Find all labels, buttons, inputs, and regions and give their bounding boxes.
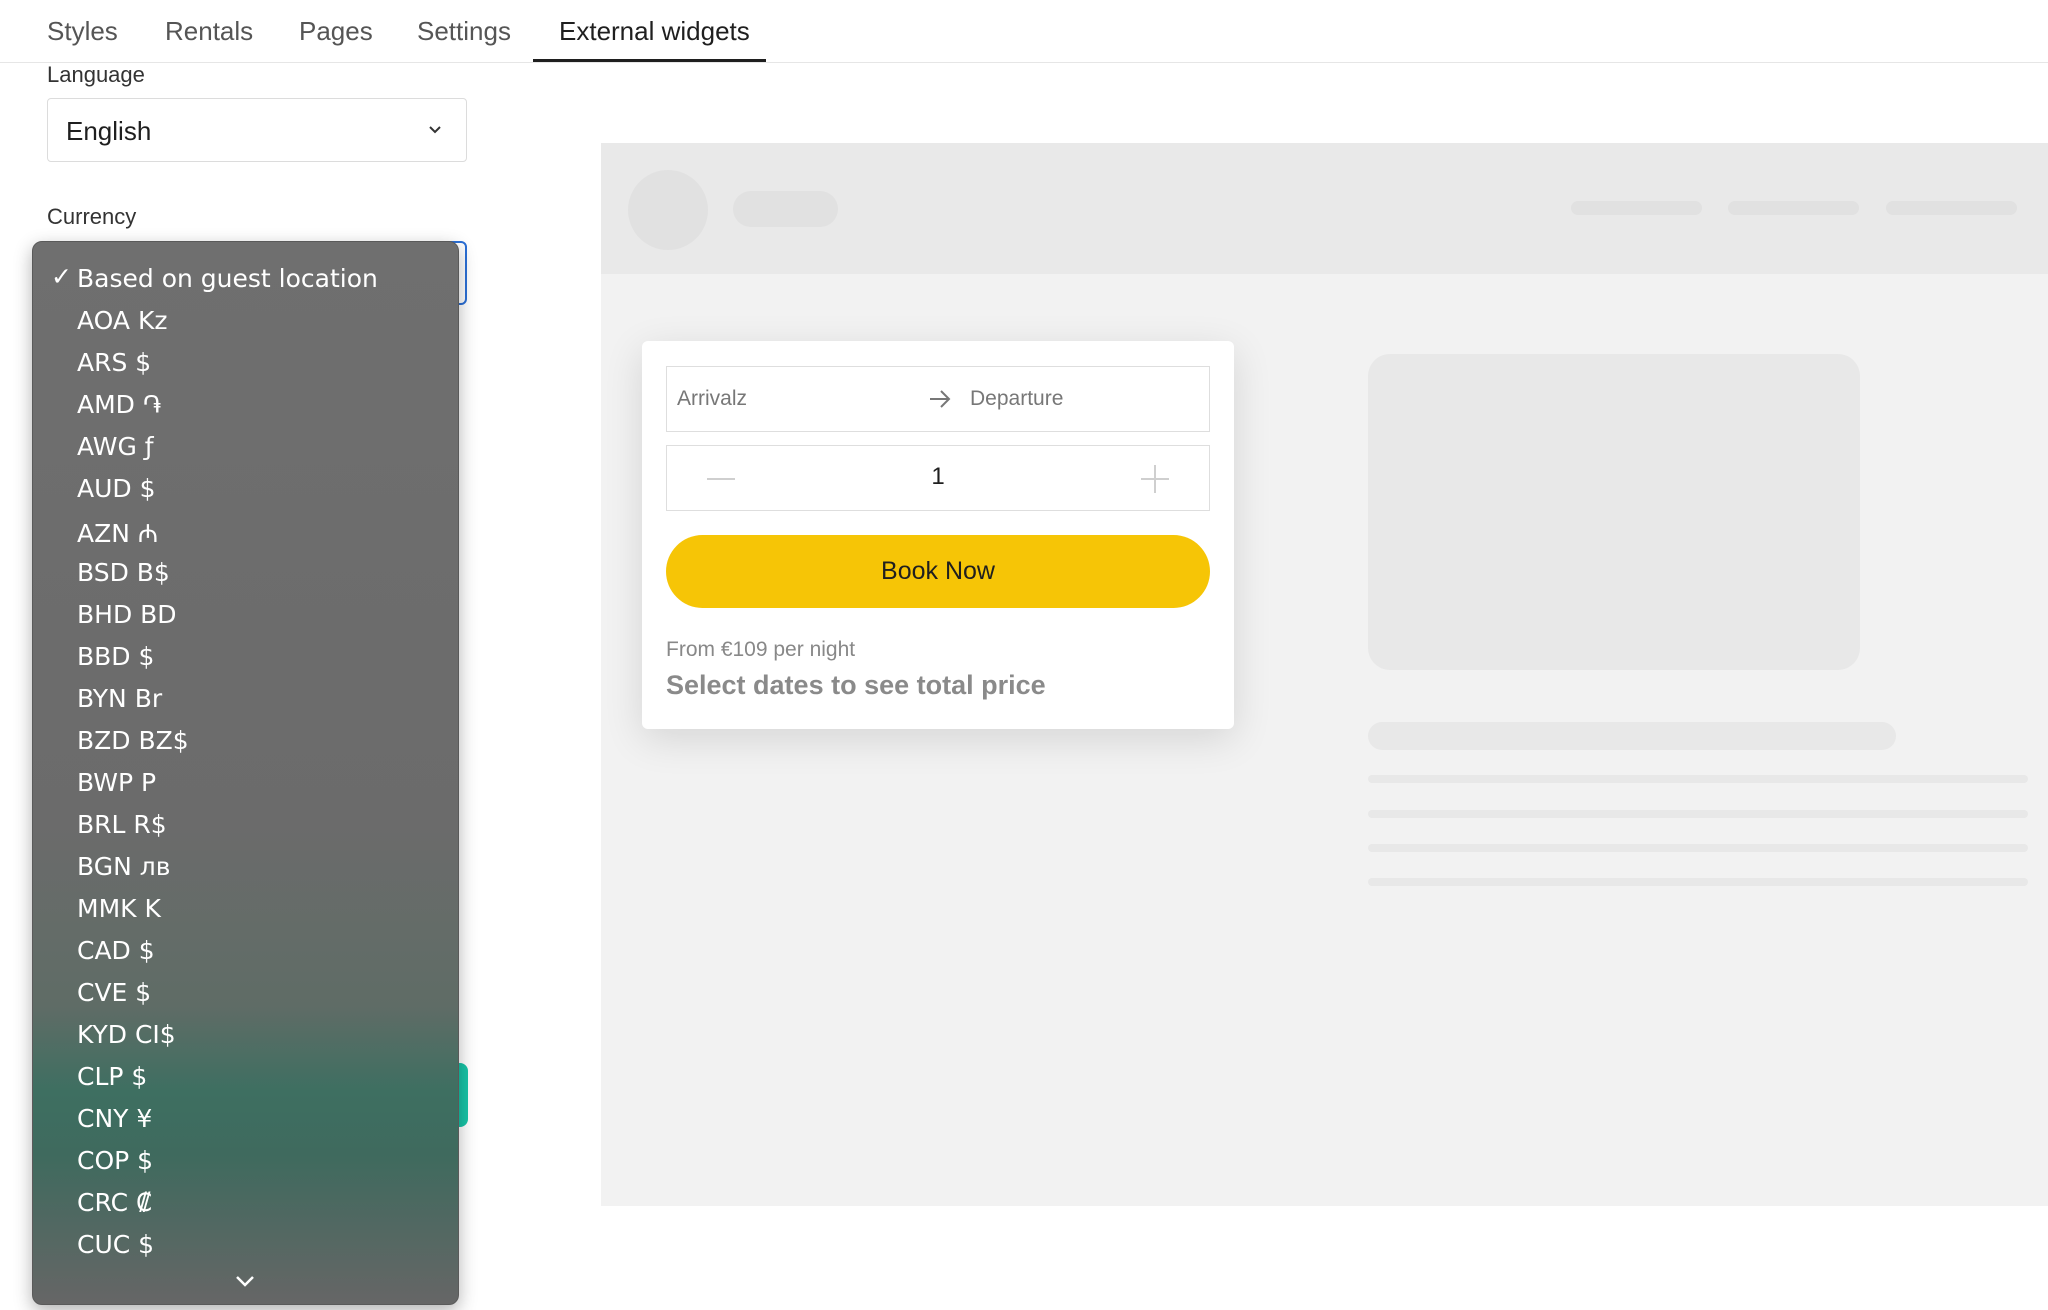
checkmark-icon: ✓ xyxy=(51,263,72,291)
booking-widget: Arrivalz Departure 1 Book Now From €109 … xyxy=(642,341,1234,729)
currency-option-label: CAD $ xyxy=(77,936,155,965)
currency-option[interactable]: KYD CI$ xyxy=(33,1012,458,1054)
currency-option[interactable]: CVE $ xyxy=(33,970,458,1012)
currency-option-label: BGN лв xyxy=(77,852,171,881)
preview-text-line xyxy=(1368,878,2028,886)
tab-bar: Styles Rentals Pages Settings External w… xyxy=(0,0,2048,63)
currency-option[interactable]: BZD BZ$ xyxy=(33,718,458,760)
preview-nav-placeholder xyxy=(1571,201,1702,215)
currency-option-label: BZD BZ$ xyxy=(77,726,189,755)
tab-settings[interactable]: Settings xyxy=(417,16,511,47)
currency-option-label: AWG ƒ xyxy=(77,432,154,461)
currency-option[interactable]: CAD $ xyxy=(33,928,458,970)
preview-image-placeholder xyxy=(1368,354,1860,670)
departure-field[interactable]: Departure xyxy=(970,387,1063,411)
preview-heading-placeholder xyxy=(1368,722,1896,750)
currency-option[interactable]: MMK K xyxy=(33,886,458,928)
currency-option-label: CUC $ xyxy=(77,1230,155,1259)
language-label: Language xyxy=(47,62,145,87)
preview-text-line xyxy=(1368,775,2028,783)
currency-option-label: CVE $ xyxy=(77,978,152,1007)
currency-option[interactable]: BBD $ xyxy=(33,634,458,676)
plus-icon-vertical[interactable] xyxy=(1154,465,1156,493)
currency-option-label: Based on guest location xyxy=(77,264,378,293)
currency-option[interactable]: AUD $ xyxy=(33,466,458,508)
arrow-right-icon xyxy=(930,390,951,408)
currency-option-label: CLP $ xyxy=(77,1062,148,1091)
currency-option-label: COP $ xyxy=(77,1146,154,1175)
currency-option-label: BSD B$ xyxy=(77,558,170,587)
currency-option[interactable]: BHD BD xyxy=(33,592,458,634)
currency-option[interactable]: BYN Br xyxy=(33,676,458,718)
currency-option[interactable]: BGN лв xyxy=(33,844,458,886)
currency-option-label: AMD ֏ xyxy=(77,390,162,419)
currency-option[interactable]: AWG ƒ xyxy=(33,424,458,466)
from-price-text: From €109 per night xyxy=(666,638,856,661)
currency-dropdown-menu[interactable]: ✓ Based on guest location AOA Kz ARS $ A… xyxy=(32,241,459,1305)
tab-external-widgets[interactable]: External widgets xyxy=(559,16,750,47)
preview-title-placeholder xyxy=(733,191,838,227)
chevron-down-icon xyxy=(429,126,441,134)
tab-styles[interactable]: Styles xyxy=(47,16,118,47)
date-range-picker[interactable]: Arrivalz Departure xyxy=(666,366,1210,432)
currency-option-label: CRC ₡ xyxy=(77,1188,152,1217)
currency-option[interactable]: ARS $ xyxy=(33,340,458,382)
currency-option[interactable]: BWP P xyxy=(33,760,458,802)
currency-option-label: BHD BD xyxy=(77,600,177,629)
language-select[interactable]: English xyxy=(47,98,467,162)
tab-rentals[interactable]: Rentals xyxy=(165,16,253,47)
currency-option-label: BBD $ xyxy=(77,642,155,671)
select-dates-hint: Select dates to see total price xyxy=(666,670,1046,700)
currency-option-label: KYD CI$ xyxy=(77,1020,176,1049)
currency-option-label: BRL R$ xyxy=(77,810,167,839)
currency-option-label: CNY ¥ xyxy=(77,1104,153,1133)
active-tab-indicator xyxy=(533,59,766,62)
currency-option[interactable]: COP $ xyxy=(33,1138,458,1180)
book-now-button[interactable]: Book Now xyxy=(666,535,1210,608)
currency-option[interactable]: ✓ Based on guest location xyxy=(33,256,458,298)
preview-text-line xyxy=(1368,810,2028,818)
currency-option-label: ARS $ xyxy=(77,348,152,377)
currency-option[interactable]: AOA Kz xyxy=(33,298,458,340)
currency-option[interactable]: CNY ¥ xyxy=(33,1096,458,1138)
currency-option-label: BWP P xyxy=(77,768,157,797)
currency-option-label: AUD $ xyxy=(77,474,156,503)
currency-option[interactable]: CRC ₡ xyxy=(33,1180,458,1222)
arrival-field[interactable]: Arrivalz xyxy=(677,387,747,411)
currency-option-label: AOA Kz xyxy=(77,306,168,335)
currency-option-label: BYN Br xyxy=(77,684,163,713)
currency-label: Currency xyxy=(47,204,137,229)
currency-option-label: MMK K xyxy=(77,894,161,923)
currency-option[interactable]: BRL R$ xyxy=(33,802,458,844)
preview-logo-placeholder xyxy=(628,170,708,250)
currency-option[interactable]: AZN ₼ xyxy=(33,508,458,550)
language-value: English xyxy=(66,116,152,146)
guest-quantity-stepper: 1 xyxy=(666,445,1210,511)
preview-nav-placeholder xyxy=(1886,201,2017,215)
currency-option[interactable]: CUC $ xyxy=(33,1222,458,1264)
preview-nav-placeholder xyxy=(1728,201,1859,215)
preview-text-line xyxy=(1368,844,2028,852)
currency-option-label: AZN ₼ xyxy=(77,519,159,548)
currency-option[interactable]: BSD B$ xyxy=(33,550,458,592)
quantity-value: 1 xyxy=(931,463,945,490)
tab-pages[interactable]: Pages xyxy=(299,16,373,47)
chevron-down-icon[interactable] xyxy=(231,1272,259,1290)
currency-option[interactable]: AMD ֏ xyxy=(33,382,458,424)
currency-option[interactable]: CLP $ xyxy=(33,1054,458,1096)
